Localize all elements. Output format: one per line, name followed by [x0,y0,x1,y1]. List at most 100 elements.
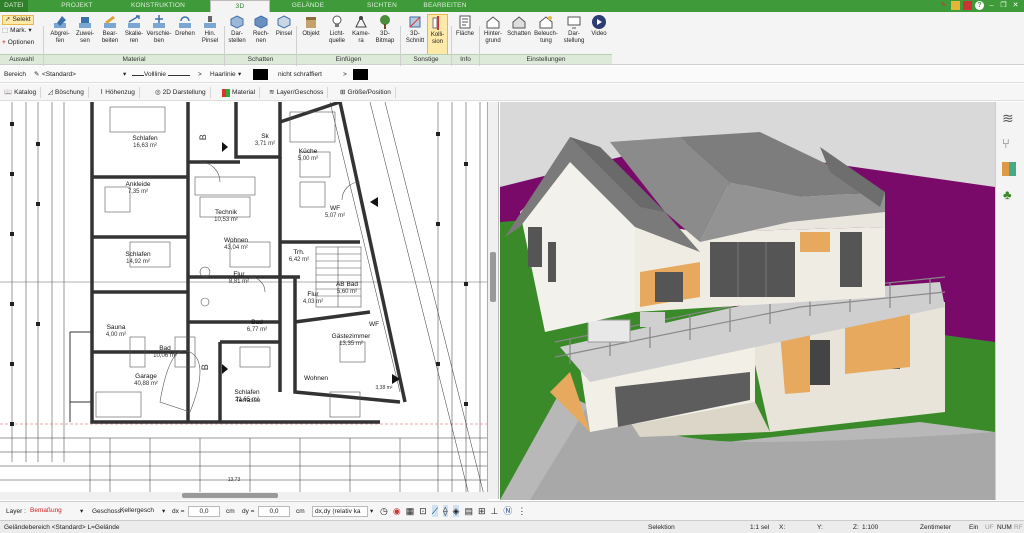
wall-snap-icon[interactable]: ▤ [464,505,473,517]
tab-gelaende[interactable]: GELÄNDE [282,0,334,12]
insert-light-button[interactable]: Licht- quelle [325,14,349,45]
close-icon[interactable]: ✕ [1011,1,1020,10]
floor-select[interactable]: Kellergesch [118,506,162,517]
background-button[interactable]: Hinter- grund [481,14,505,45]
tab-bearbeiten[interactable]: BEARBEITEN [418,0,472,12]
dropdown-arrow-icon[interactable]: ▾ [162,507,165,516]
material-edit-button[interactable]: Bear- beiten [98,14,122,45]
clock-icon[interactable]: ◷ [380,505,388,517]
video-button[interactable]: Video [588,14,610,38]
tree-icon[interactable]: ♣ [1003,187,1012,202]
plane-snap-icon[interactable]: ◈ [452,505,460,517]
shadow-settings-label: Schatten [507,31,531,37]
collision-label: Kolli- sion [430,32,445,45]
hatch-select[interactable]: nicht schraffiert [278,70,322,79]
3d-section-button[interactable]: 3D- Schnitt [403,14,427,45]
more-icon[interactable]: ⋮ [517,505,526,517]
material-brush-button[interactable]: Hin. Pinsel [198,14,222,45]
shadow-settings-button[interactable]: Schatten [506,14,532,38]
shadow-show-button[interactable]: Dar- stellen [226,14,248,45]
material-scale-button[interactable]: Skalie- ren [122,14,146,45]
quick-access-icon[interactable] [951,1,960,10]
ortho-icon[interactable]: ⊥ [491,505,499,517]
2d-display-button[interactable]: ◎ 2D Darstellung [155,87,211,98]
room-area: 10,53 m² [214,216,238,223]
status-z: Z: [853,524,859,531]
dropdown-arrow-icon[interactable]: ▾ [238,70,241,79]
status-context: Geländebereich <Standard> L=Gelände [4,524,120,531]
line-style-next[interactable]: > [198,70,202,79]
move-arrows-icon [153,15,165,28]
catalog-button[interactable]: 📖 Katalog [4,87,42,98]
status-num: NUM [997,524,1012,531]
tab-konstruktion[interactable]: KONSTRUKTION [128,0,188,12]
scroll-thumb[interactable] [182,493,278,498]
dy-input[interactable]: 0,0 [258,506,290,517]
line-color-swatch[interactable] [253,69,268,80]
insert-3d-bitmap-button[interactable]: 3D- Bitmap [372,14,398,45]
tab-sichten[interactable]: SICHTEN [356,0,408,12]
shadow-compute-button[interactable]: Rech- nen [250,14,272,45]
hatch-color-swatch[interactable] [353,69,368,80]
options-button[interactable]: + Optionen [2,39,34,47]
hatch-next[interactable]: > [343,70,347,79]
material-palette-icon[interactable] [1002,162,1016,176]
chair-icon[interactable]: ⑂ [1002,136,1010,151]
line-weight-select[interactable]: Haarlinie [210,70,236,79]
scroll-thumb[interactable] [490,252,496,302]
room-label: Wohnen [298,375,334,383]
material-rotate-button[interactable]: Drehen [173,14,197,38]
insert-object-button[interactable]: Objekt [299,14,323,38]
dropdown-arrow-icon[interactable]: ▾ [370,507,373,516]
material-pick-button[interactable]: Abgrei- fen [48,14,72,45]
layer-floor-button[interactable]: ≋ Layer/Geschoss [269,87,329,98]
3d-view[interactable] [500,102,995,500]
pin-icon[interactable]: ✎ [939,1,948,10]
embankment-button[interactable]: ◿ Böschung [48,87,89,98]
help-icon[interactable]: ? [975,1,984,10]
size-position-button[interactable]: ⊞ Größe/Position [340,87,396,98]
room-name: Wohnen [303,375,329,382]
insert-camera-button[interactable]: Kame- ra [351,14,371,45]
collision-button[interactable]: Kolli- sion [427,14,448,56]
grid-snap-icon[interactable]: ▦ [406,505,415,517]
material-edit-label: Bear- beiten [101,31,119,44]
save-icon[interactable] [963,1,972,10]
area-select[interactable]: <Standard> [42,70,122,79]
point-snap-icon[interactable]: ⊡ [419,505,427,517]
north-icon[interactable]: Ⓝ [503,505,512,517]
lighting-button[interactable]: Beleuch- tung [533,14,559,45]
layers-icon[interactable]: ≋ [1002,110,1014,127]
floor-plan-view[interactable]: B B Schlafen 16,63 m² Ankleide 7,35 m² Sch… [0,102,488,499]
material-button[interactable]: Material [222,87,261,98]
coordinate-mode-select[interactable]: dx,dy (relativ ka [312,506,368,517]
maximize-icon[interactable]: ❐ [999,1,1008,10]
tab-projekt[interactable]: PROJEKT [60,0,94,12]
tab-datei[interactable]: DATEI [0,0,28,12]
mark-button[interactable]: ⬚ Mark. ▾ [2,27,32,35]
minimize-icon[interactable]: – [987,1,996,10]
line-snap-icon[interactable]: ⟋ [431,505,439,517]
room-area: 4,03 m² [302,298,324,305]
display-button[interactable]: Dar- stellung [560,14,588,45]
shadow-brush-button[interactable]: Pinsel [274,14,294,38]
plan-vertical-scrollbar[interactable] [488,102,499,499]
material-move-button[interactable]: Verschie- ben [146,14,172,45]
line-style-select[interactable]: Volllinie [144,70,166,79]
material-assign-button[interactable]: Zuwei- sen [73,14,97,45]
dropdown-arrow-icon[interactable]: ▾ [80,507,83,516]
ridge-button[interactable]: ⌇ Höhenzug [100,87,140,98]
record-icon[interactable]: ◉ [393,505,401,517]
dx-input[interactable]: 0,0 [188,506,220,517]
angle-snap-icon[interactable]: ⟠ [443,505,448,517]
status-rf: RF [1014,524,1023,531]
dropdown-arrow-icon[interactable]: ▾ [123,70,126,79]
room-label: Schlafen 16,63 m² [125,135,165,149]
select-button[interactable]: ➚ Selekt [2,15,34,25]
layer-select[interactable]: Bemaßung [28,506,78,517]
table-icon[interactable]: ⊞ [478,505,486,517]
tab-3d[interactable]: 3D [210,0,270,12]
plan-horizontal-scrollbar[interactable] [0,492,488,500]
area-button[interactable]: Fläche [453,14,477,38]
status-mode: Selektion [648,524,675,531]
